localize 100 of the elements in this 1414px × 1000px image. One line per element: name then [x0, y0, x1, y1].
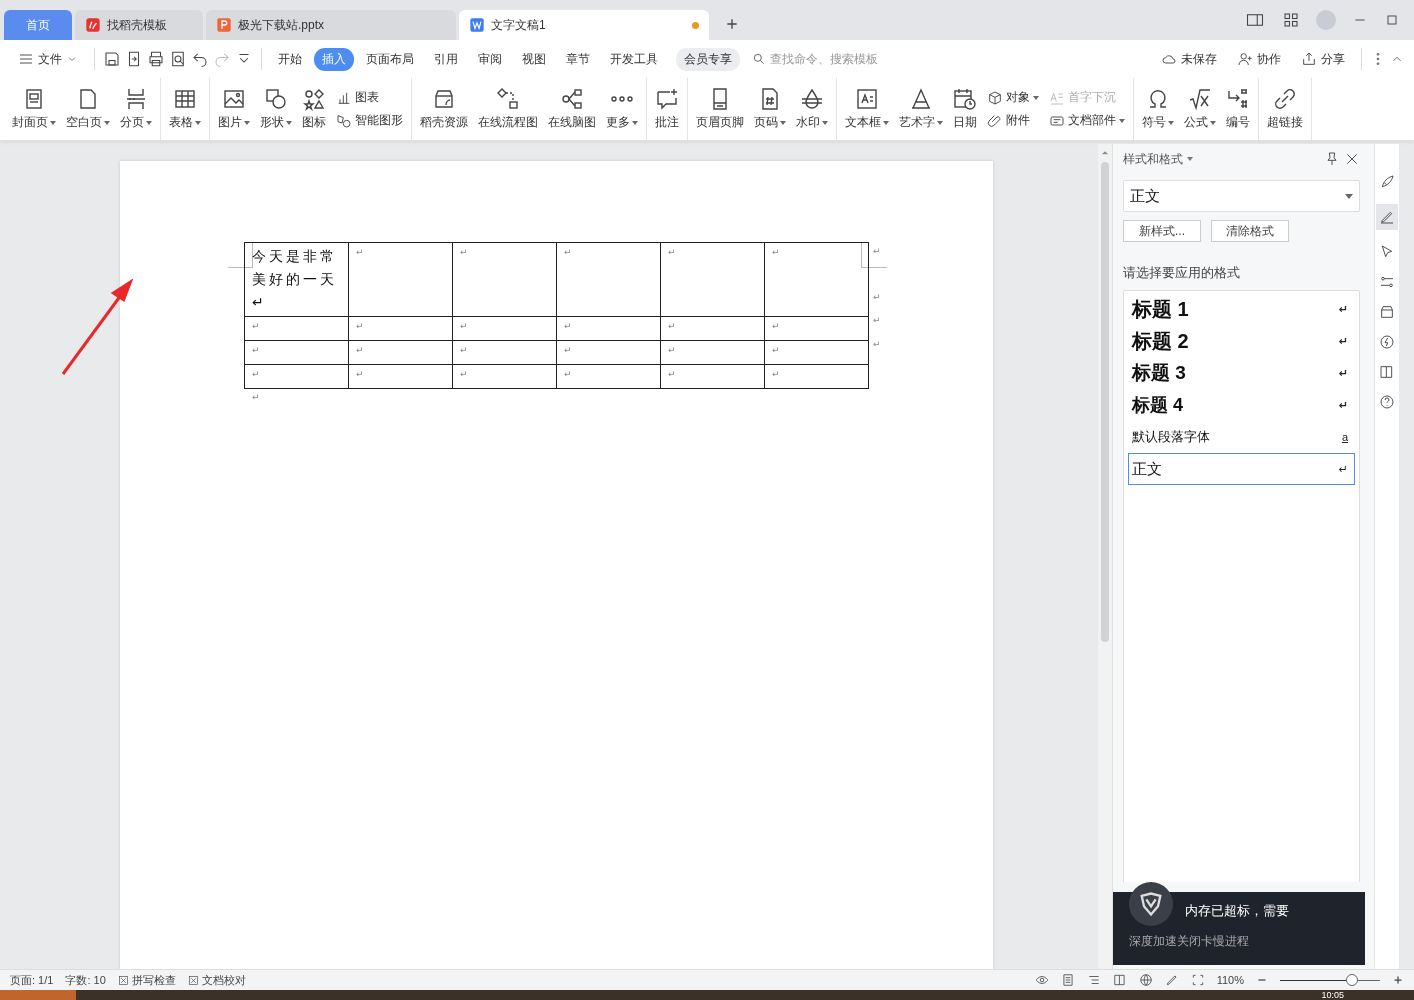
style-item[interactable]: 默认段落字体 a: [1128, 421, 1355, 453]
ribbon-button[interactable]: 智能图形: [332, 112, 407, 129]
style-item[interactable]: 标题 1 ↵: [1128, 293, 1355, 325]
ribbon-button[interactable]: 超链接: [1263, 85, 1307, 133]
toolbar-action[interactable]: 协作: [1229, 47, 1289, 71]
ribbon-button[interactable]: 图标: [298, 85, 330, 133]
undo-icon[interactable]: [191, 50, 209, 68]
ribbon-button[interactable]: 公式: [1180, 85, 1220, 133]
style-item[interactable]: 标题 3 ↵: [1128, 357, 1355, 389]
zoom-level[interactable]: 110%: [1216, 974, 1244, 986]
ribbon-button[interactable]: 符号: [1138, 85, 1178, 133]
ribbon-button[interactable]: 图片: [214, 85, 254, 133]
book-icon[interactable]: [1112, 973, 1127, 987]
formula-icon: [1188, 87, 1212, 111]
cursor-icon[interactable]: [1379, 244, 1395, 260]
ribbon-button[interactable]: 页眉页脚: [692, 85, 748, 133]
pin-icon[interactable]: [1324, 151, 1340, 167]
file-menu[interactable]: 文件: [10, 47, 86, 71]
ribbon-button[interactable]: 形状: [256, 85, 296, 133]
print-icon[interactable]: [147, 50, 165, 68]
toolbar-action[interactable]: 分享: [1293, 47, 1353, 71]
outline-icon[interactable]: [1086, 973, 1101, 987]
ribbon-tab[interactable]: 审阅: [470, 47, 510, 71]
ribbon-button[interactable]: 空白页: [62, 85, 114, 133]
spell-check-button[interactable]: 拼写检查: [117, 972, 176, 988]
document-tab[interactable]: 文字文稿1: [459, 10, 709, 40]
search-field[interactable]: 查找命令、搜索模板: [770, 52, 940, 66]
panel-button[interactable]: 新样式...: [1123, 220, 1201, 242]
shop-icon[interactable]: [1379, 304, 1395, 320]
table-cell: ↵: [660, 242, 765, 317]
ribbon-button[interactable]: 在线脑图: [544, 85, 600, 133]
proofread-button[interactable]: 文档校对: [187, 972, 246, 988]
ribbon-tab[interactable]: 章节: [558, 47, 598, 71]
table-cell: ↵: [348, 364, 453, 389]
watermark-icon: [800, 87, 824, 111]
lightning-icon[interactable]: [1379, 334, 1395, 350]
ribbon-button[interactable]: 水印: [792, 85, 832, 133]
ribbon-button[interactable]: 图表: [332, 89, 407, 106]
document-tab[interactable]: 极光下载站.pptx: [206, 10, 456, 40]
style-item[interactable]: 正文 ↵: [1128, 453, 1355, 485]
row-end-mark: ↵: [873, 246, 881, 256]
style-item[interactable]: 标题 2 ↵: [1128, 325, 1355, 357]
text-box-icon: [855, 87, 879, 111]
ribbon-button[interactable]: 稻壳资源: [416, 85, 472, 133]
ribbon-button[interactable]: 分页: [116, 85, 156, 133]
eye-icon[interactable]: [1034, 973, 1049, 987]
ribbon-tab[interactable]: 页面布局: [358, 47, 422, 71]
ribbon-button[interactable]: 日期: [949, 85, 981, 133]
ribbon-button[interactable]: 文档部件: [1045, 112, 1129, 129]
pen-icon[interactable]: [1376, 204, 1398, 230]
ribbon-tab[interactable]: 开发工具: [602, 47, 666, 71]
page-view-icon[interactable]: [1060, 973, 1075, 987]
ribbon-tab[interactable]: 开始: [270, 47, 310, 71]
toast-title: 内存已超标，需要: [1185, 902, 1290, 920]
rocket-icon[interactable]: [1379, 174, 1395, 190]
ribbon-button[interactable]: 表格: [165, 85, 205, 133]
ribbon-button[interactable]: 附件: [983, 112, 1043, 129]
ribbon-button[interactable]: 页码: [750, 85, 790, 133]
table-cell: ↵: [556, 364, 661, 389]
ribbon-button[interactable]: 批注: [651, 85, 683, 133]
ribbon-button[interactable]: 艺术字: [895, 85, 947, 133]
book-icon[interactable]: [1379, 364, 1395, 380]
dual-screen-icon[interactable]: [1244, 11, 1266, 29]
ribbon-button[interactable]: 文本框: [841, 85, 893, 133]
grid-icon[interactable]: [1282, 11, 1300, 29]
ribbon-tab[interactable]: 引用: [426, 47, 466, 71]
style-dropdown[interactable]: 正文: [1123, 180, 1360, 212]
table-cell: ↵: [452, 364, 557, 389]
globe-icon[interactable]: [1138, 973, 1153, 987]
table-cell: ↵: [452, 340, 557, 365]
fit-icon[interactable]: [1190, 973, 1205, 987]
help-icon[interactable]: [1379, 394, 1395, 410]
toolbar-action[interactable]: 未保存: [1153, 47, 1225, 71]
shop-icon: [432, 87, 456, 111]
table-cell: ↵: [764, 364, 869, 389]
sliders-icon[interactable]: [1379, 274, 1395, 290]
close-icon[interactable]: [1344, 151, 1360, 167]
ribbon-button[interactable]: 在线流程图: [474, 85, 542, 133]
table-cell: ↵: [452, 316, 557, 341]
row-end-mark: ↵: [873, 292, 881, 302]
scrollbar-thumb[interactable]: [1101, 162, 1109, 642]
save-icon[interactable]: [103, 50, 121, 68]
presentation-app-icon: [216, 17, 232, 33]
ribbon-tab[interactable]: 视图: [514, 47, 554, 71]
ribbon-button[interactable]: 封面页: [8, 85, 60, 133]
new-tab-icon[interactable]: [724, 16, 740, 32]
member-button[interactable]: 会员专享: [676, 47, 740, 71]
link-icon: [1273, 87, 1297, 111]
ribbon-button[interactable]: 编号: [1222, 85, 1254, 133]
ribbon-button[interactable]: 更多: [602, 85, 642, 133]
pen-icon[interactable]: [1164, 973, 1179, 987]
panel-button[interactable]: 清除格式: [1211, 220, 1289, 242]
ribbon-button[interactable]: 对象: [983, 89, 1043, 106]
print-preview-icon[interactable]: [169, 50, 187, 68]
panel-title[interactable]: 样式和格式: [1123, 150, 1183, 168]
start-button[interactable]: [0, 990, 76, 1000]
zoom-in-icon[interactable]: [1392, 974, 1404, 986]
style-item[interactable]: 标题 4 ↵: [1128, 389, 1355, 421]
table-cell: ↵: [556, 316, 661, 341]
document-tab[interactable]: 找稻壳模板: [75, 10, 203, 40]
